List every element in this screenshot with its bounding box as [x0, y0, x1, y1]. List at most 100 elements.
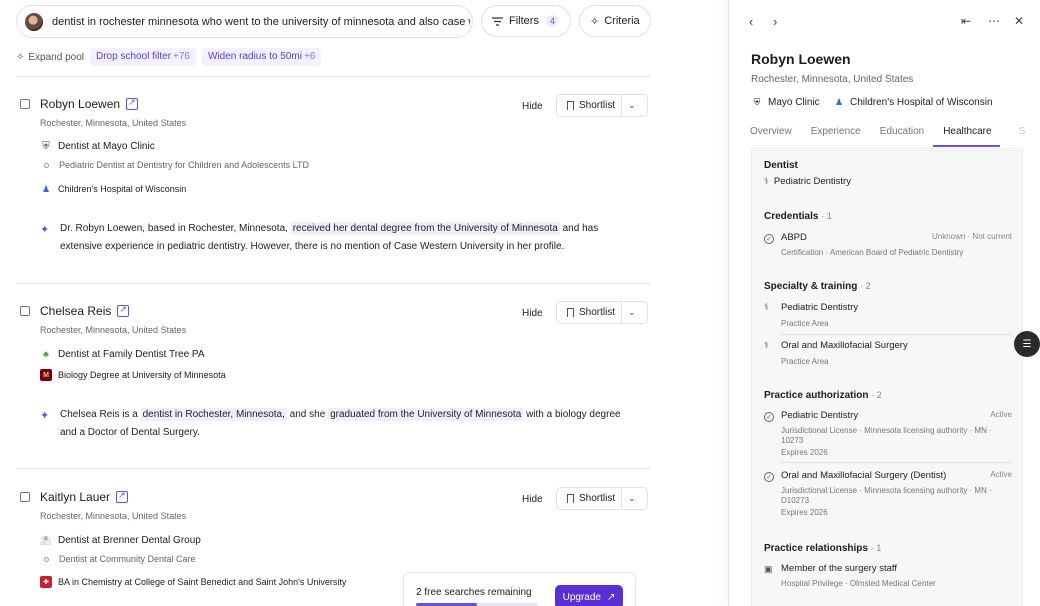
umn-logo-icon: M	[40, 369, 52, 381]
external-link-icon[interactable]	[116, 490, 129, 503]
criteria-label: Criteria	[604, 15, 640, 27]
candidate-name[interactable]: Robyn Loewen	[40, 97, 139, 111]
select-checkbox[interactable]	[20, 99, 30, 109]
relationships-heading: Practice relationships · 1	[764, 543, 881, 554]
summary-text: Chelsea Reis is a	[60, 409, 138, 420]
filter-toggle-icon[interactable]: ☰	[1014, 331, 1040, 357]
search-input[interactable]: dentist in rochester minnesota who went …	[16, 5, 473, 38]
sparkle-icon: ✧	[590, 15, 600, 28]
widen-radius-chip[interactable]: Widen radius to 50mi +6	[202, 48, 322, 66]
summary-highlight: received her dental degree from the Univ…	[290, 222, 560, 235]
shortlist-label: Shortlist	[579, 100, 616, 111]
candidate-name[interactable]: Kaitlyn Lauer	[40, 490, 129, 504]
shortlist-button[interactable]: Shortlist ⌄	[556, 94, 648, 117]
external-link-icon[interactable]	[126, 97, 139, 110]
section-title: Specialty & training	[764, 281, 858, 292]
section-title: Practice authorization	[764, 390, 869, 401]
select-checkbox[interactable]	[20, 492, 30, 502]
bookmark-icon	[567, 308, 574, 317]
tab-education[interactable]: Education	[880, 126, 924, 147]
expand-pool-bar: ✧ Expand pool Drop school filter +76 Wide…	[16, 48, 322, 66]
candidate-name[interactable]: Chelsea Reis	[40, 304, 130, 318]
divider	[780, 462, 1012, 463]
authorization-heading: Practice authorization · 2	[764, 390, 882, 401]
divider	[621, 94, 623, 117]
section-count: · 1	[870, 543, 882, 553]
profile-org[interactable]: ♟ Children's Hospital of Wisconsin	[833, 96, 993, 108]
license-number: 10273	[781, 436, 804, 445]
filters-button[interactable]: Filters 4	[481, 5, 571, 37]
role-title: Dentist	[764, 160, 798, 171]
filter-icon	[492, 16, 503, 26]
hide-button[interactable]: Hide	[522, 101, 543, 112]
hide-button[interactable]: Hide	[522, 494, 543, 505]
experience-row: Dentist at Community Dental Care	[40, 554, 196, 564]
chip-label: Drop school filter	[96, 51, 172, 62]
role-specialty: ⚕ Pediatric Dentistry	[764, 176, 851, 187]
profile-org[interactable]: ⛨ Mayo Clinic	[751, 96, 820, 108]
select-checkbox[interactable]	[20, 306, 30, 316]
shortlist-label: Shortlist	[579, 493, 616, 504]
filters-label: Filters	[509, 15, 539, 27]
tab-healthcare[interactable]: Healthcare	[933, 126, 1000, 147]
stethoscope-icon: ⚕	[764, 302, 769, 312]
chevron-right-icon[interactable]: ›	[773, 14, 777, 29]
experience-text: Biology Degree at University of Minnesot…	[58, 370, 226, 380]
license-expiry: Expires 2026	[781, 448, 828, 457]
chevron-down-icon[interactable]: ⌄	[628, 493, 636, 504]
chevron-down-icon[interactable]: ⌄	[628, 100, 636, 111]
section-title: Credentials	[764, 211, 819, 222]
candidate-card: Robyn Loewen Rochester, Minnesota, Unite…	[16, 94, 651, 267]
check-circle-icon: ✓	[764, 234, 774, 244]
chevron-down-icon[interactable]: ⌄	[628, 307, 636, 318]
profile-tabs: Overview Experience Education Healthcare…	[750, 126, 1040, 147]
tab-divider	[750, 148, 1022, 149]
drop-school-filter-chip[interactable]: Drop school filter +76	[90, 48, 196, 66]
summary-highlight: dentist in Rochester, Minnesota,	[140, 408, 287, 421]
credential-status: Unknown · Not current	[931, 232, 1012, 241]
specialty-name: Oral and Maxillofacial Surgery	[781, 340, 908, 351]
profile-panel: ‹ › ⇤ ⋯ ✕ Robyn Loewen Rochester, Minnes…	[728, 0, 1040, 606]
divider	[16, 468, 651, 469]
org-label: Children's Hospital of Wisconsin	[850, 96, 993, 108]
experience-row: M Biology Degree at University of Minneso…	[40, 369, 226, 381]
hide-button[interactable]: Hide	[522, 308, 543, 319]
tab-overview[interactable]: Overview	[750, 126, 792, 147]
shortlist-button[interactable]: Shortlist ⌄	[556, 301, 648, 324]
shortlist-button[interactable]: Shortlist ⌄	[556, 487, 648, 510]
bullet-icon	[44, 162, 49, 168]
experience-text: Children's Hospital of Wisconsin	[58, 184, 187, 194]
experience-row: ⛨ Dentist at Mayo Clinic	[40, 140, 154, 152]
close-icon[interactable]: ✕	[1014, 14, 1024, 28]
tab-overflow[interactable]: S	[1019, 126, 1026, 147]
credential-detail: Certification · American Board of Pediat…	[781, 248, 964, 257]
divider	[780, 334, 1012, 335]
license-detail: Jurisdictional License · Minnesota licen…	[781, 486, 992, 495]
more-options-icon[interactable]: ⋯	[988, 14, 1000, 28]
bookmark-icon	[567, 101, 574, 110]
experience-row: ✚ BA in Chemistry at College of Saint Ben…	[40, 576, 346, 588]
stethoscope-icon: ⚕	[764, 176, 769, 186]
experience-text: Pediatric Dentist at Dentistry for Child…	[59, 160, 309, 170]
tab-experience[interactable]: Experience	[811, 126, 861, 147]
mayo-clinic-logo-icon: ⛨	[753, 96, 761, 107]
chevron-left-icon[interactable]: ‹	[749, 14, 753, 29]
collapse-panel-icon[interactable]: ⇤	[961, 14, 971, 28]
bullet-icon	[44, 556, 49, 562]
user-avatar[interactable]	[25, 12, 43, 31]
experience-text: BA in Chemistry at College of Saint Bene…	[58, 577, 347, 587]
chip-count: +76	[173, 51, 190, 62]
section-title: Practice relationships	[764, 543, 868, 554]
upgrade-button[interactable]: Upgrade ↗	[555, 585, 623, 606]
experience-row: Pediatric Dentist at Dentistry for Child…	[40, 160, 309, 170]
specialty-name: Pediatric Dentistry	[781, 302, 859, 313]
criteria-button[interactable]: ✧ Criteria	[579, 5, 651, 37]
external-link-icon[interactable]	[117, 304, 130, 317]
experience-row: ⛱ Dentist at Brenner Dental Group	[40, 534, 201, 546]
credentials-heading: Credentials · 1	[764, 211, 832, 222]
shortlist-label: Shortlist	[579, 307, 616, 318]
hospital-icon: ▣	[764, 564, 773, 574]
specialty-text: Pediatric Dentistry	[773, 176, 851, 187]
childrens-hospital-logo-icon: ♟	[41, 183, 51, 194]
relationship-detail: Hospital Privilege · Olmsted Medical Cen…	[781, 579, 936, 588]
